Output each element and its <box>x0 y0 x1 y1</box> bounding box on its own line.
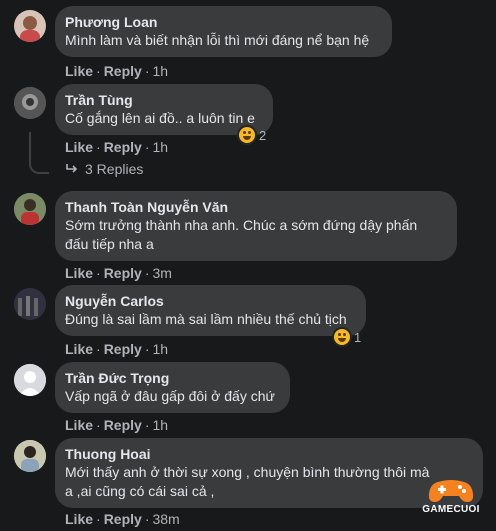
author-name[interactable]: Thanh Toàn Nguyễn Văn <box>65 198 445 216</box>
reply-button[interactable]: Reply <box>104 341 142 357</box>
comment-bubble: Phương Loan Mình làm và biết nhận lỗi th… <box>55 6 392 57</box>
gamepad-logo-icon <box>428 480 474 502</box>
timestamp[interactable]: 1h <box>152 417 168 433</box>
avatar[interactable] <box>14 364 46 396</box>
comment-bubble: Thanh Toàn Nguyễn Văn Sớm trưởng thành n… <box>55 191 457 261</box>
reaction-summary[interactable]: 1 <box>334 328 361 346</box>
like-button[interactable]: Like <box>65 417 93 433</box>
author-name[interactable]: Nguyễn Carlos <box>65 292 354 310</box>
author-name[interactable]: Phương Loan <box>65 13 380 31</box>
reply-button[interactable]: Reply <box>104 417 142 433</box>
avatar[interactable] <box>14 10 46 42</box>
reaction-count: 1 <box>354 329 362 345</box>
thread-connector <box>29 132 49 174</box>
comment-text: a ,ai cũng có cái sai cả , <box>65 483 215 499</box>
comment-text: Mình làm và biết nhận lỗi thì mới đáng n… <box>65 32 370 48</box>
avatar[interactable] <box>14 288 46 320</box>
timestamp[interactable]: 1h <box>152 63 168 79</box>
view-replies-button[interactable]: 3 Replies <box>65 161 143 177</box>
avatar[interactable] <box>14 440 46 472</box>
reply-button[interactable]: Reply <box>104 511 142 527</box>
author-name[interactable]: Thuong Hoai <box>65 445 471 463</box>
haha-reaction-icon <box>239 127 255 143</box>
like-button[interactable]: Like <box>65 139 93 155</box>
comment-actions: Like · Reply · 1h <box>65 341 169 357</box>
reaction-count: 2 <box>259 127 267 143</box>
replies-label: 3 Replies <box>85 161 144 177</box>
comment-actions: Like · Reply · 38m <box>65 511 180 527</box>
comment-text: Sớm trưởng thành nha anh. Chúc a sớm đứn… <box>65 217 418 233</box>
timestamp[interactable]: 1h <box>152 139 168 155</box>
comment-text: Đúng là sai lầm mà sai lầm nhiều thế chủ… <box>65 311 347 327</box>
reply-button[interactable]: Reply <box>104 63 142 79</box>
reply-button[interactable]: Reply <box>104 139 142 155</box>
watermark-text: GAMECUOI <box>422 504 480 515</box>
timestamp[interactable]: 3m <box>152 265 171 281</box>
comment-text: Mới thấy anh ở thời sự xong , chuyện bìn… <box>65 464 430 480</box>
author-name[interactable]: Trần Tùng <box>65 91 261 109</box>
like-button[interactable]: Like <box>65 265 93 281</box>
comment-text: Cố gắng lên ai đồ.. a luôn tin e <box>65 110 255 126</box>
avatar[interactable] <box>14 193 46 225</box>
comment-text: Vấp ngã ở đâu gấp đôi ở đấy chứ <box>65 388 275 404</box>
comment-actions: Like · Reply · 3m <box>65 265 172 281</box>
avatar[interactable] <box>14 87 46 119</box>
haha-reaction-icon <box>334 329 350 345</box>
reply-arrow-icon <box>66 164 78 173</box>
comment-text: đấu tiếp nha a <box>65 236 154 252</box>
author-name[interactable]: Trần Đức Trọng <box>65 369 278 387</box>
like-button[interactable]: Like <box>65 511 93 527</box>
timestamp[interactable]: 38m <box>152 511 179 527</box>
comment-actions: Like · Reply · 1h <box>65 417 169 433</box>
like-button[interactable]: Like <box>65 341 93 357</box>
comment-actions: Like · Reply · 1h <box>65 63 169 79</box>
comment-actions: Like · Reply · 1h <box>65 139 169 155</box>
gamecuoi-watermark: GAMECUOI <box>418 476 484 520</box>
comment-bubble: Nguyễn Carlos Đúng là sai lầm mà sai lầm… <box>55 285 366 336</box>
comment-bubble: Trần Đức Trọng Vấp ngã ở đâu gấp đôi ở đ… <box>55 362 290 413</box>
timestamp[interactable]: 1h <box>152 341 168 357</box>
reply-button[interactable]: Reply <box>104 265 142 281</box>
like-button[interactable]: Like <box>65 63 93 79</box>
reaction-summary[interactable]: 2 <box>239 126 266 144</box>
